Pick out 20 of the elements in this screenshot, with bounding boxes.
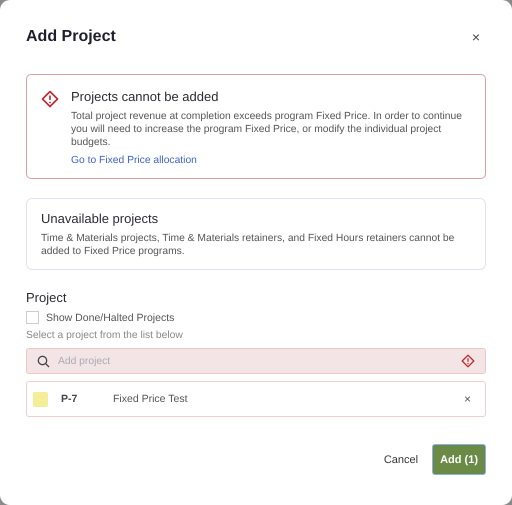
add-button[interactable]: Add (1)	[432, 444, 486, 475]
project-code: P-7	[61, 393, 78, 405]
dialog-title: Add Project	[26, 28, 116, 46]
section-label: Project	[26, 290, 68, 305]
cancel-button[interactable]: Cancel	[380, 450, 422, 470]
close-button[interactable]: ×	[466, 29, 486, 45]
checkbox-label[interactable]: Show Done/Halted Projects	[46, 312, 174, 324]
warning-icon	[41, 90, 59, 108]
alert-title: Projects cannot be added	[71, 89, 220, 104]
checkbox[interactable]	[26, 311, 39, 324]
alert-message: Total project revenue at completion exceeds program Fixed Price. In order to continue you will need to increase the program Fixed Price, or modify the individual project budgets.	[71, 110, 463, 149]
search-field[interactable]: Add project	[26, 348, 486, 374]
hint-text: Select a project from the list below	[26, 330, 184, 341]
info-title: Unavailable projects	[41, 211, 160, 226]
warning-icon	[461, 354, 475, 368]
project-name: Fixed Price Test	[113, 393, 188, 405]
info-message: Time & Materials projects, Time & Materials retainers, and Fixed Hours retainers cannot be added to Fixed Price programs.	[41, 232, 456, 258]
search-icon	[37, 354, 50, 368]
remove-button[interactable]: ×	[456, 392, 479, 406]
fixed-price-link[interactable]: Go to Fixed Price allocation	[71, 155, 471, 166]
